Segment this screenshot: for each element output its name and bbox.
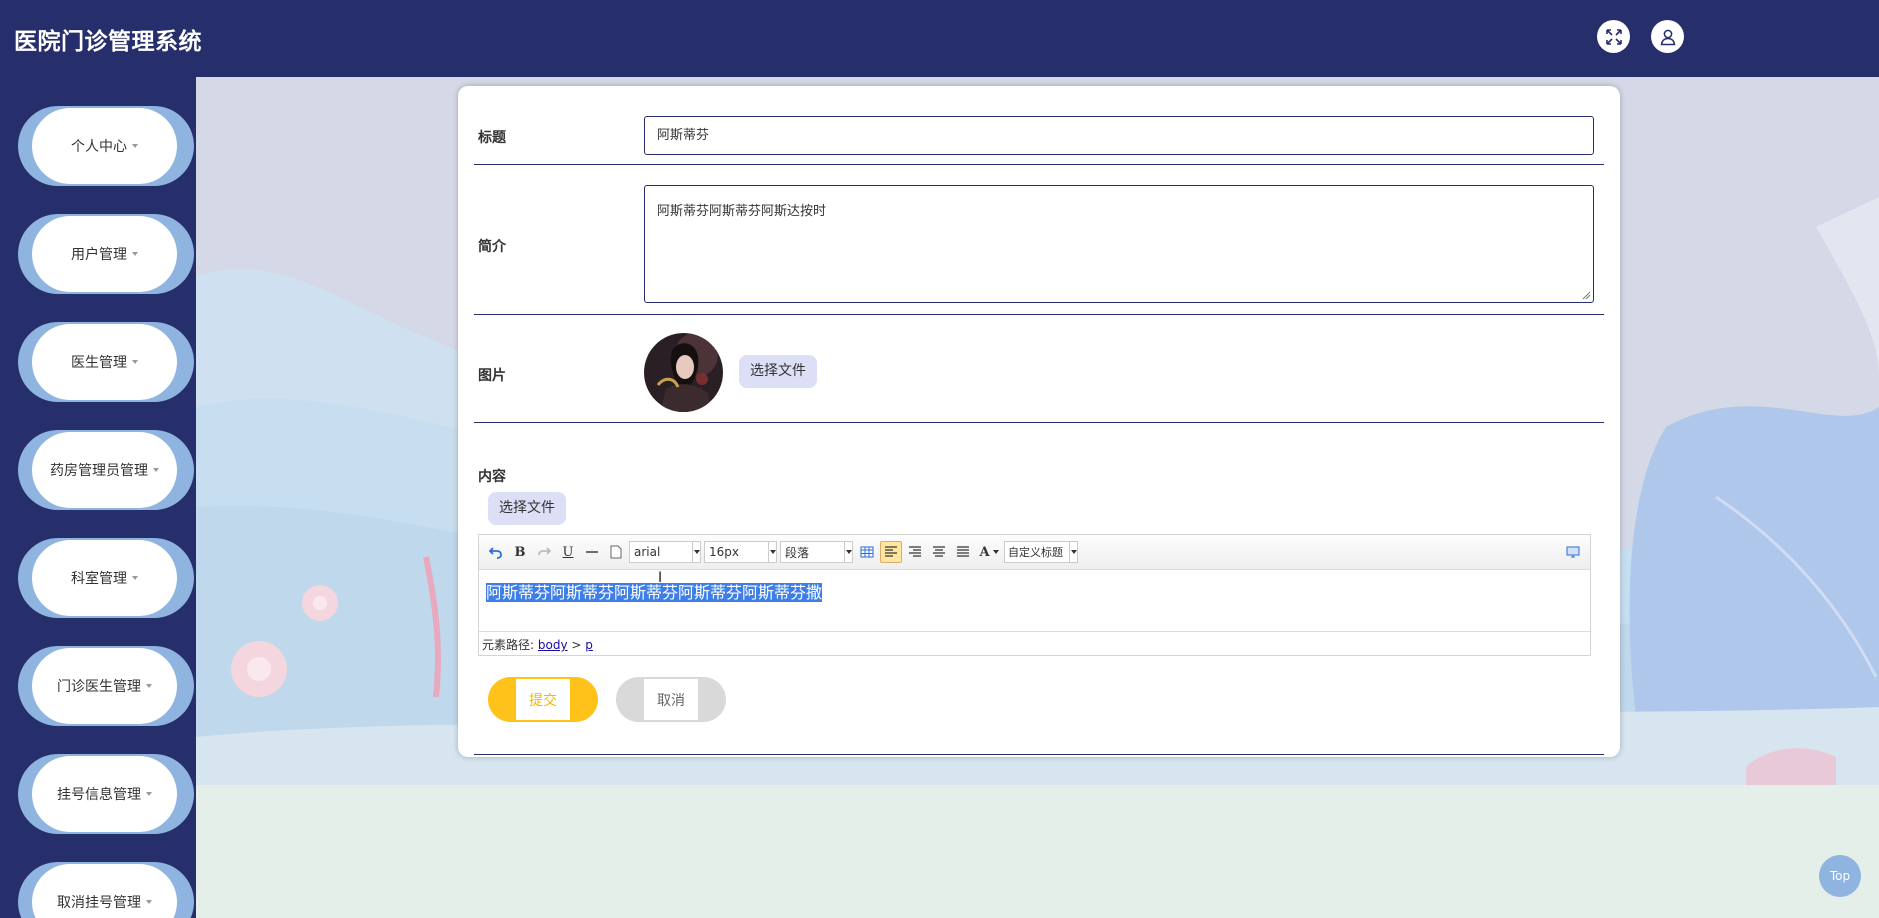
font-color-button[interactable]: A — [976, 541, 1002, 563]
sidebar-item-cancel-registration[interactable]: 取消挂号管理 — [18, 862, 194, 918]
sidebar-item-department-management[interactable]: 科室管理 — [18, 538, 194, 618]
editor-content-text: 阿斯蒂芬阿斯蒂芬阿斯蒂芬阿斯蒂芬阿斯蒂芬撒 — [486, 583, 823, 602]
monitor-icon — [1566, 546, 1580, 558]
fullscreen-button[interactable] — [1597, 20, 1630, 53]
path-link-body[interactable]: body — [538, 638, 568, 652]
cancel-label: 取消 — [644, 679, 698, 720]
align-right-button[interactable] — [904, 541, 926, 563]
caret-down-icon — [132, 576, 138, 580]
sidebar-item-label: 科室管理 — [71, 571, 127, 587]
sidebar-item-label: 门诊医生管理 — [57, 679, 141, 695]
image-choose-file-button[interactable]: 选择文件 — [739, 355, 817, 388]
edit-form-card: 标题 阿斯蒂芬 简介 阿斯蒂芬阿斯蒂芬阿斯达按时 图片 选择文件 内容 选择文件 — [458, 86, 1620, 757]
insert-table-button[interactable] — [856, 541, 878, 563]
caret-down-icon — [146, 684, 152, 688]
caret-down-icon — [132, 252, 138, 256]
path-link-p[interactable]: p — [585, 638, 593, 652]
undo-button[interactable] — [485, 541, 507, 563]
editor-content-area[interactable]: 阿斯蒂芬阿斯蒂芬阿斯蒂芬阿斯蒂芬阿斯蒂芬撒 I — [479, 570, 1590, 631]
sidebar-item-label: 个人中心 — [71, 139, 127, 155]
redo-icon — [538, 547, 551, 556]
rich-text-editor: B U arial 16px 段落 A 自定义标题 阿斯蒂芬阿斯蒂芬阿斯蒂芬阿斯… — [478, 534, 1591, 656]
resize-grip-icon[interactable] — [1582, 291, 1591, 300]
align-justify-button[interactable] — [952, 541, 974, 563]
font-family-select[interactable]: arial — [629, 541, 701, 563]
editor-toolbar: B U arial 16px 段落 A 自定义标题 — [479, 535, 1590, 570]
title-input[interactable]: 阿斯蒂芬 — [644, 116, 1594, 155]
app-title: 医院门诊管理系统 — [14, 29, 202, 55]
horizontal-rule-icon — [586, 551, 598, 553]
new-document-button[interactable] — [605, 541, 627, 563]
fullscreen-editor-button[interactable] — [1562, 541, 1584, 563]
element-path-bar: 元素路径: body > p — [479, 631, 1590, 655]
underline-icon: U — [562, 544, 574, 560]
caret-down-icon — [146, 900, 152, 904]
align-justify-icon — [957, 546, 969, 557]
caret-down-icon — [153, 468, 159, 472]
dropdown-arrow-icon — [692, 542, 700, 562]
image-preview — [644, 333, 723, 412]
sidebar-item-label: 取消挂号管理 — [57, 895, 141, 911]
caret-down-icon — [132, 360, 138, 364]
sidebar-item-doctor-management[interactable]: 医生管理 — [18, 322, 194, 402]
sidebar-item-registration-info[interactable]: 挂号信息管理 — [18, 754, 194, 834]
bold-button[interactable]: B — [509, 541, 531, 563]
scroll-to-top-button[interactable]: Top — [1819, 855, 1861, 897]
cancel-button[interactable]: 取消 — [616, 677, 726, 722]
bold-icon: B — [514, 544, 526, 560]
dropdown-arrow-icon — [1069, 542, 1077, 562]
sidebar-item-label: 用户管理 — [71, 247, 127, 263]
sidebar-item-personal-center[interactable]: 个人中心 — [18, 106, 194, 186]
caret-down-icon — [132, 144, 138, 148]
sidebar-item-user-management[interactable]: 用户管理 — [18, 214, 194, 294]
dropdown-arrow-icon — [768, 542, 776, 562]
document-icon — [610, 545, 622, 559]
align-center-button[interactable] — [928, 541, 950, 563]
content-label: 内容 — [478, 469, 506, 485]
sidebar-item-outpatient-doctor[interactable]: 门诊医生管理 — [18, 646, 194, 726]
caret-down-icon — [992, 550, 999, 554]
align-left-button[interactable] — [880, 541, 902, 563]
custom-heading-select[interactable]: 自定义标题 — [1004, 541, 1078, 563]
undo-icon — [489, 547, 502, 559]
align-right-icon — [909, 546, 921, 557]
sidebar-item-label: 挂号信息管理 — [57, 787, 141, 803]
brief-label: 简介 — [478, 239, 506, 255]
horizontal-rule-button[interactable] — [581, 541, 603, 563]
content-choose-file-button[interactable]: 选择文件 — [488, 492, 566, 525]
user-icon — [1660, 29, 1675, 45]
submit-button[interactable]: 提交 — [488, 677, 598, 722]
expand-icon — [1605, 28, 1622, 45]
dropdown-arrow-icon — [844, 542, 852, 562]
align-left-icon — [885, 546, 897, 557]
font-size-select[interactable]: 16px — [704, 541, 777, 563]
title-label: 标题 — [478, 130, 506, 146]
caret-down-icon — [146, 792, 152, 796]
sidebar-item-pharmacy-admin[interactable]: 药房管理员管理 — [18, 430, 194, 510]
brief-text: 阿斯蒂芬阿斯蒂芬阿斯达按时 — [657, 204, 827, 219]
sidebar-item-label: 药房管理员管理 — [50, 463, 148, 479]
table-icon — [860, 546, 874, 558]
underline-button[interactable]: U — [557, 541, 579, 563]
user-menu-button[interactable] — [1651, 20, 1684, 53]
sidebar: 个人中心 用户管理 医生管理 药房管理员管理 科室管理 门诊医生管理 挂号信息管… — [0, 77, 196, 918]
align-center-icon — [933, 546, 945, 557]
font-color-icon: A — [979, 544, 990, 560]
redo-button[interactable] — [533, 541, 555, 563]
brief-textarea[interactable]: 阿斯蒂芬阿斯蒂芬阿斯达按时 — [644, 185, 1594, 303]
text-cursor-icon: I — [658, 570, 663, 586]
image-label: 图片 — [478, 368, 506, 384]
sidebar-item-label: 医生管理 — [71, 355, 127, 371]
submit-label: 提交 — [516, 679, 570, 720]
top-header: 医院门诊管理系统 — [0, 0, 1879, 77]
paragraph-format-select[interactable]: 段落 — [780, 541, 853, 563]
